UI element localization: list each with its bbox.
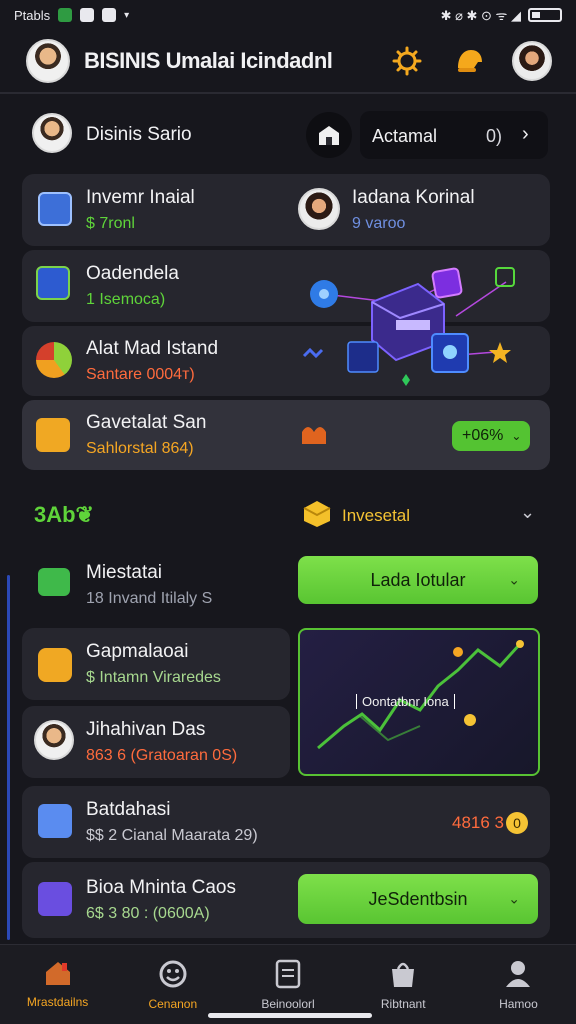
nav-item-home[interactable]: Mrastdailns [0,945,115,1024]
folder-icon [36,418,70,452]
chevron-down-icon: ⌄ [511,429,522,443]
item-title: Batdahasi [86,799,171,820]
message-icon [102,8,117,22]
list-item[interactable]: Invemr Inaial $ 7ronl Iadana Korinal 9 v… [22,174,550,246]
item-subtitle: $$ 2 Cianal Maarata 29) [86,827,258,844]
category-dropdown[interactable]: Invesetal ⌄ [302,496,542,534]
item-title: Jihahivan Das [86,719,206,740]
home-icon [45,962,70,985]
section-label: 3Ab❦ [34,502,94,527]
profile-avatar[interactable] [512,41,552,81]
pie-chart-icon [36,342,72,378]
item-subtitle: $ 7ronl [86,215,135,232]
contact-avatar [298,188,340,230]
smile-icon [159,960,187,988]
primary-action-button[interactable]: Lada Iotular ⌄ [298,556,538,604]
item-title: Gavetalat San [86,412,207,433]
notification-icon [58,8,73,22]
settings-button[interactable] [388,42,426,80]
battery-icon [528,8,562,22]
chevron-down-icon: ⌄ [508,890,520,907]
app-icon [80,8,95,22]
nav-item-profile[interactable]: Hamoo [461,945,576,1024]
item-title: Invemr Inaial [86,187,195,208]
cube-icon [303,501,331,527]
profile-icon [506,961,531,987]
edit-document-icon [38,882,72,916]
lock-icon [38,648,72,682]
user-avatar[interactable] [26,39,70,83]
bottom-navigation: Mrastdailns Cenanon Beinoolorl Ribtnant … [0,944,576,1024]
home-indicator[interactable] [208,1013,372,1018]
account-name: Disinis Sario [86,124,192,145]
document-icon [275,959,301,989]
chart-label: Oontatbnr Iona [356,694,455,709]
header-divider [0,92,576,94]
account-avatar [32,113,72,153]
item-title: Gapmalaoai [86,641,189,662]
chevron-down-icon: ▾ [124,9,130,21]
status-bar: Ptabls ▾ ✱ ⌀ ✱ ⊙ ᯤ ◢ [0,0,576,30]
account-select[interactable]: Actamal 0) › [360,111,548,159]
notifications-button[interactable] [450,42,488,80]
nav-label: Beinoolorl [261,997,315,1011]
trend-chart-panel[interactable]: Oontatbnr Iona [298,628,540,776]
nav-label: Cenanon [148,997,198,1011]
gear-icon [392,46,422,76]
coin-icon: 0 [506,812,528,834]
account-row[interactable]: Disinis Sario Actamal 0) › [22,106,550,162]
item-subtitle: 1 Isemoca) [86,291,166,308]
item-subtitle: 9 varoo [352,215,406,232]
item-subtitle: 863 6 (Gratoaran 0S) [86,747,238,764]
growth-badge[interactable]: +06% ⌄ [452,421,530,451]
store-button[interactable] [306,112,352,158]
system-icons: ✱ ⌀ ✱ ⊙ ᯤ ◢ [440,8,521,23]
mail-icon [38,568,70,596]
item-subtitle: Santare 0004т) [86,366,195,383]
nav-label: Ribtnant [380,997,426,1011]
item-title: Alat Mad Istand [86,338,219,359]
item-subtitle: Sahlorstal 864) [86,440,194,457]
list-item[interactable]: Batdahasi $$ 2 Cianal Maarata 29) 4816 3… [22,786,550,858]
account-select-value: 0) [486,126,503,146]
chevron-right-icon: › [522,123,529,145]
folder-icon [38,804,72,838]
nav-label: Mrastdailns [26,995,89,1009]
highlighted-item[interactable]: Gavetalat San Sahlorstal 864) +06% ⌄ [22,400,550,470]
scroll-indicator [7,575,10,940]
app-header: BISINIS Umalai Icindadnl [0,30,576,92]
item-title: Oadendela [86,263,179,284]
item-subtitle: 18 Invand Itilaly S [86,590,213,607]
nav-label: Hamoo [499,997,538,1011]
account-select-label: Actamal [372,126,438,146]
item-title: Iadana Korinal [352,187,475,208]
puzzle-icon [302,427,326,444]
store-icon [319,126,339,145]
secondary-action-button[interactable]: JeSdentbsin ⌄ [298,874,538,924]
item-title: Bioa Mninta Caos [86,877,236,898]
checkbox-icon [36,266,70,300]
bell-icon [458,50,482,72]
contact-avatar [34,720,74,760]
bag-icon [392,962,415,987]
item-subtitle: 6$ 3 80 : (0600A) [86,905,210,922]
amount-value: 4816 3 [452,813,504,832]
network-illustration [302,267,515,386]
list-item[interactable]: Gapmalaoai $ Intamn Viraredes [22,628,290,700]
page-title: BISINIS Umalai Icindadnl [84,48,333,73]
ledger-icon [38,192,72,226]
item-title: Miestatai [86,562,163,583]
chevron-down-icon: ⌄ [520,502,536,522]
dropdown-label: Invesetal [342,506,411,525]
chevron-down-icon: ⌄ [508,571,520,588]
item-subtitle: $ Intamn Viraredes [86,669,221,686]
carrier-text: Ptabls [14,7,51,23]
list-item[interactable]: Jihahivan Das 863 6 (Gratoaran 0S) [22,706,290,778]
